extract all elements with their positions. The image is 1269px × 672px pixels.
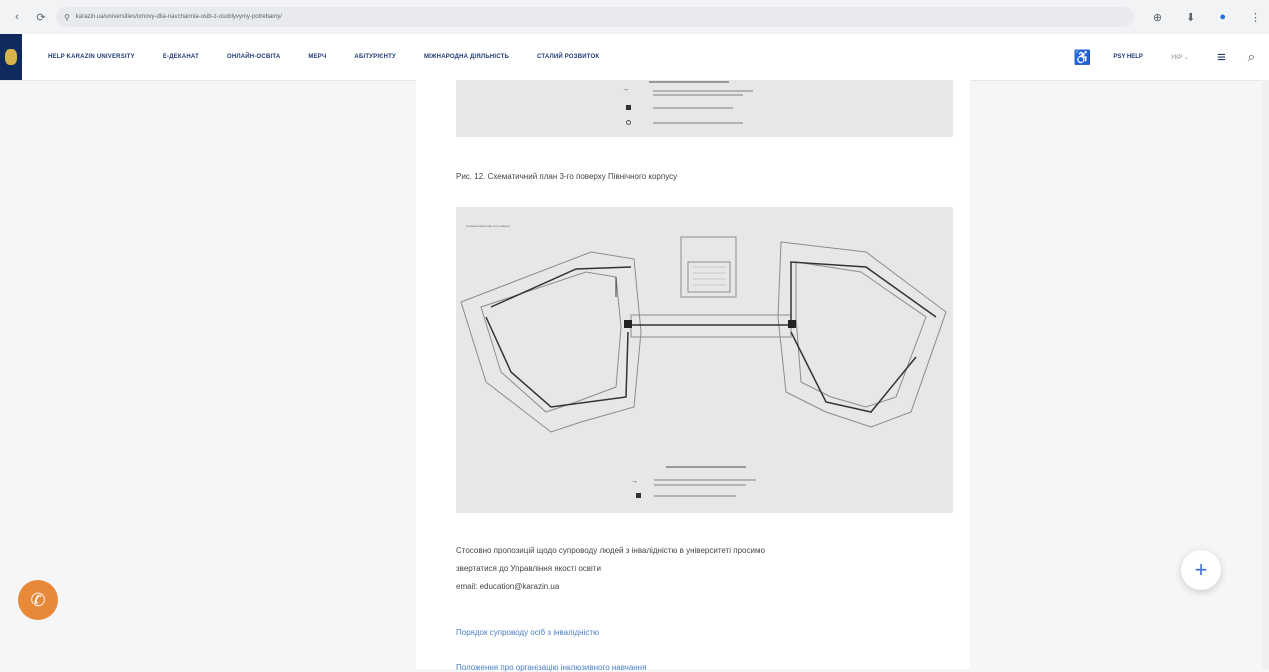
legend-title-line xyxy=(649,81,729,83)
paragraph-line: звертатися до Управління якості освіти xyxy=(456,564,601,573)
site-info-icon[interactable]: ⚲ xyxy=(64,13,70,22)
page-scrollbar[interactable] xyxy=(1262,80,1269,669)
menu-item-sustainable[interactable]: СТАЛИЙ РОЗВИТОК xyxy=(537,54,599,60)
floor-plan-drawing: → xyxy=(460,236,947,498)
search-icon[interactable]: ⌕ xyxy=(1248,49,1255,65)
menu-item-help[interactable]: HELP KARAZIN UNIVERSITY xyxy=(48,54,135,60)
phone-call-button[interactable]: ✆ xyxy=(18,580,58,620)
address-bar[interactable]: ⚲ karazin.ua/universities/umovy-dlia-nav… xyxy=(56,7,1134,27)
main-menu: HELP KARAZIN UNIVERSITY Е-ДЕКАНАТ ОНЛАЙН… xyxy=(48,54,627,60)
menu-item-e-dekanat[interactable]: Е-ДЕКАНАТ xyxy=(163,54,199,60)
menu-item-international[interactable]: МІЖНАРОДНА ДІЯЛЬНІСТЬ xyxy=(424,54,509,60)
floor-plan-image: Схематичний план 3-го поверху → xyxy=(456,207,953,513)
browser-menu-icon[interactable]: ⋮ xyxy=(1250,11,1261,24)
plus-icon: + xyxy=(1194,557,1208,582)
menu-item-online-education[interactable]: ОНЛАЙН-ОСВІТА xyxy=(227,54,280,60)
menu-item-applicants[interactable]: АБІТУРІЄНТУ xyxy=(354,54,396,60)
url-text: karazin.ua/universities/umovy-dlia-navch… xyxy=(75,14,282,20)
extension-icon[interactable]: ⊕ xyxy=(1153,11,1162,24)
paragraph-line: Стосовно пропозицій щодо супроводу людей… xyxy=(456,546,765,555)
escort-procedure-link[interactable]: Порядок супроводу осіб з інвалідністю xyxy=(456,628,599,637)
floor-plan-image-previous: → xyxy=(456,80,953,137)
inclusive-education-link[interactable]: Положення про організацію інклюзивного н… xyxy=(456,663,646,672)
contact-email[interactable]: email: education@karazin.ua xyxy=(456,578,956,596)
back-icon[interactable]: ‹ xyxy=(10,11,24,23)
menu-item-merch[interactable]: МЕРЧ xyxy=(308,54,326,60)
hamburger-menu-icon[interactable]: ≡ xyxy=(1217,49,1226,66)
article-content: → Рис. 12. Схематичний план 3-го поверху… xyxy=(416,80,970,672)
legend-circle-icon xyxy=(626,120,631,125)
legend-text-line xyxy=(653,107,733,109)
psy-help-link[interactable]: PSY HELP xyxy=(1113,54,1143,60)
contact-paragraph: Стосовно пропозицій щодо супроводу людей… xyxy=(456,542,956,596)
language-selector[interactable]: УКР ⌄ xyxy=(1171,54,1189,61)
figure-caption: Рис. 12. Схематичний план 3-го поверху П… xyxy=(456,172,678,181)
phone-icon: ✆ xyxy=(30,589,46,610)
legend-text-line xyxy=(653,94,743,96)
browser-toolbar: ‹ ⟳ ⚲ karazin.ua/universities/umovy-dlia… xyxy=(0,0,1269,34)
legend-text-line xyxy=(653,90,753,92)
legend-arrow-icon: → xyxy=(622,86,629,93)
profile-icon[interactable]: ● xyxy=(1219,11,1226,23)
reload-icon[interactable]: ⟳ xyxy=(34,11,48,24)
plus-button[interactable]: + xyxy=(1181,550,1221,590)
legend-text-line xyxy=(653,122,743,124)
site-header: HELP KARAZIN UNIVERSITY Е-ДЕКАНАТ ОНЛАЙН… xyxy=(0,34,1269,81)
accessibility-icon[interactable]: ♿ xyxy=(1074,49,1091,66)
university-logo[interactable] xyxy=(0,34,22,80)
svg-text:→: → xyxy=(631,478,638,485)
legend-square-icon xyxy=(626,105,631,110)
download-icon[interactable]: ⬇ xyxy=(1186,11,1195,24)
